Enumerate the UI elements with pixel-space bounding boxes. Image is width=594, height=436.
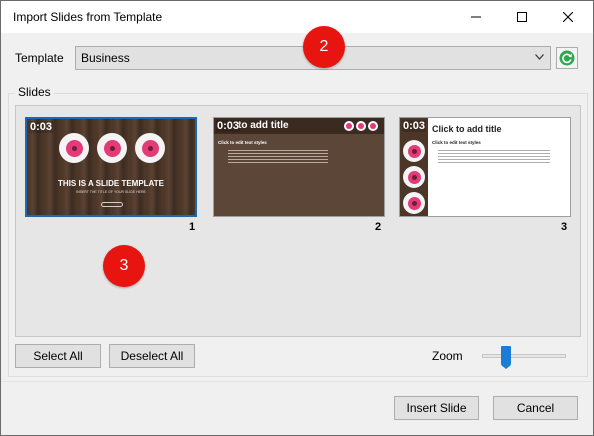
donut-image xyxy=(403,166,425,188)
template-selected-value: Business xyxy=(81,51,130,65)
close-icon xyxy=(563,11,573,22)
maximize-button[interactable] xyxy=(499,1,545,32)
close-button[interactable] xyxy=(545,1,591,32)
slide-subtitle: Click to edit text styles xyxy=(432,140,481,145)
cancel-button[interactable]: Cancel xyxy=(493,396,578,420)
annotation-badge: 3 xyxy=(103,245,145,287)
import-slides-dialog: Import Slides from Template Template Bus… xyxy=(0,0,594,436)
slide-number: 2 xyxy=(375,221,382,233)
donut-icon xyxy=(368,121,378,131)
slide-timer: 0:03 xyxy=(29,121,54,133)
select-all-button[interactable]: Select All xyxy=(15,344,101,368)
title-bar: Import Slides from Template xyxy=(1,1,593,33)
insert-slide-button[interactable]: Insert Slide xyxy=(394,396,479,420)
slide-title: Click to add title xyxy=(432,124,502,134)
zoom-label: Zoom xyxy=(432,349,463,363)
divider xyxy=(1,381,593,382)
donut-image xyxy=(59,133,89,163)
slide-thumbnail-3[interactable]: Click to add title Click to edit text st… xyxy=(399,117,571,217)
slide-number: 1 xyxy=(189,221,196,233)
slide-timer: 0:03 xyxy=(402,120,427,132)
slide-title: to add title xyxy=(238,120,289,131)
slide-icons xyxy=(344,121,378,131)
donut-icon xyxy=(356,121,366,131)
slide-subtitle: INSERT THE TITLE OF YOUR SLIDE HERE xyxy=(76,190,146,194)
slide-thumbnail-2[interactable]: to add title Click to edit text styles 0… xyxy=(213,117,385,217)
template-label: Template xyxy=(15,51,64,65)
slides-label: Slides xyxy=(15,85,54,99)
slide-body-text xyxy=(438,150,550,164)
slide-number: 3 xyxy=(561,221,568,233)
donut-image xyxy=(403,192,425,214)
refresh-icon xyxy=(559,50,575,66)
chevron-down-icon xyxy=(535,54,544,60)
window-title: Import Slides from Template xyxy=(13,10,163,24)
refresh-button[interactable] xyxy=(556,47,578,69)
slide-title: THIS IS A SLIDE TEMPLATE xyxy=(58,179,164,188)
donut-image xyxy=(135,133,165,163)
slide-body-text xyxy=(228,150,328,164)
slide-thumbnail-1[interactable]: THIS IS A SLIDE TEMPLATE INSERT THE TITL… xyxy=(25,117,197,217)
zoom-slider-track[interactable] xyxy=(482,354,566,358)
donut-icon xyxy=(344,121,354,131)
slide-button-shape xyxy=(101,202,123,207)
slide-timer: 0:03 xyxy=(216,120,241,132)
donut-image xyxy=(97,133,127,163)
slide-subtitle: Click to edit text styles xyxy=(218,140,267,145)
deselect-all-button[interactable]: Deselect All xyxy=(109,344,195,368)
donut-image xyxy=(403,140,425,162)
minimize-button[interactable] xyxy=(453,1,499,32)
annotation-badge: 2 xyxy=(303,26,345,68)
maximize-icon xyxy=(517,11,527,22)
minimize-icon xyxy=(471,16,481,17)
zoom-slider-thumb[interactable] xyxy=(501,346,511,369)
